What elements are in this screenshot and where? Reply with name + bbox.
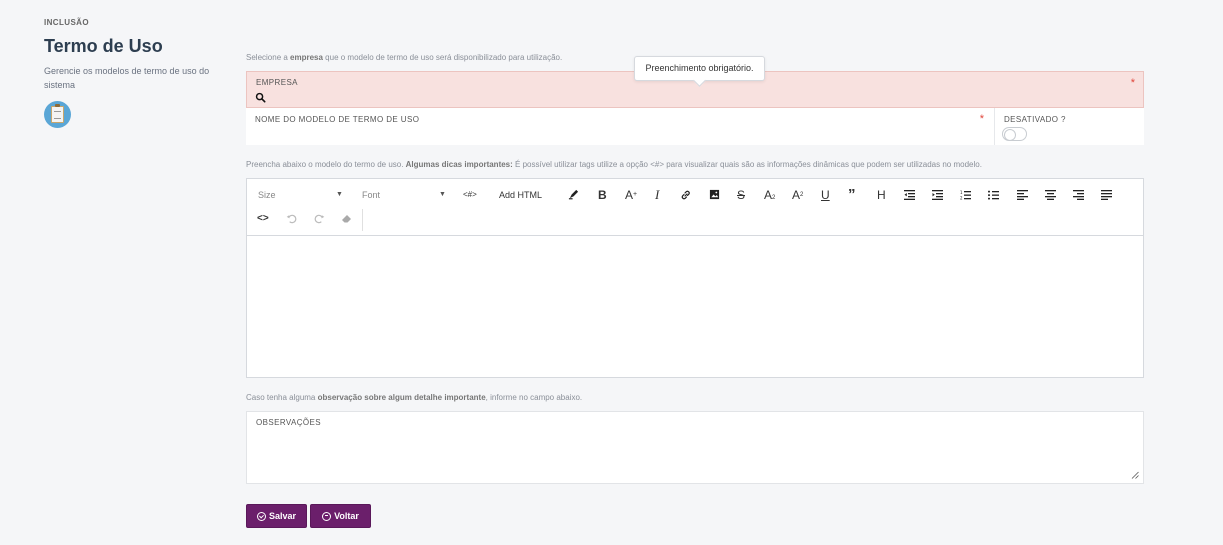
add-html-button[interactable]: Add HTML [499,188,542,202]
eraser-icon[interactable] [341,213,353,224]
observacoes-textarea[interactable] [247,430,1143,483]
required-tooltip: Preenchimento obrigatório. [634,56,765,81]
observacoes-field: OBSERVAÇÕES [246,411,1144,484]
desativado-label: DESATIVADO ? [1004,115,1066,124]
page-kicker: INCLUSÃO [44,18,89,27]
editor-toolbar: Size ▼ Font ▼ <#> Add HTML B A+ I S A2 A… [247,179,1143,236]
page-title: Termo de Uso [44,36,163,56]
back-circle-icon [322,511,332,521]
tags-button[interactable]: <#> [463,188,477,202]
quote-button[interactable]: ” [848,187,856,202]
editor-hint: Preencha abaixo o modelo do termo de uso… [246,160,982,169]
align-right-icon[interactable] [1073,190,1084,200]
observacoes-label: OBSERVAÇÕES [256,418,322,427]
back-button[interactable]: Voltar [310,504,371,528]
code-view-button[interactable]: <> [257,212,269,226]
font-select[interactable]: Font [362,188,380,202]
undo-icon[interactable] [286,213,297,224]
image-icon[interactable] [709,189,720,200]
indent-icon[interactable] [932,190,943,200]
sidebar-panel: INCLUSÃO Termo de Uso Gerencie os modelo… [44,18,219,128]
search-icon[interactable] [255,92,266,103]
required-mark: * [1130,77,1135,89]
superscript-button[interactable]: A2 [792,188,803,202]
toolbar-divider [362,209,363,231]
nome-field[interactable]: NOME DO MODELO DE TERMO DE USO * [246,108,995,145]
heading-button[interactable]: H [877,188,886,202]
unordered-list-icon[interactable] [988,190,999,200]
link-icon[interactable] [680,189,692,201]
desativado-toggle[interactable] [1002,127,1027,141]
chevron-down-icon: ▼ [439,191,446,198]
required-mark: * [979,113,984,125]
empresa-label: EMPRESA [256,78,298,87]
size-select[interactable]: Size [258,188,276,202]
outdent-icon[interactable] [904,190,915,200]
font-color-button[interactable]: A+ [625,188,637,202]
align-justify-icon[interactable] [1101,190,1112,200]
strike-button[interactable]: S [737,188,745,202]
rich-text-editor: Size ▼ Font ▼ <#> Add HTML B A+ I S A2 A… [246,178,1144,378]
empresa-hint: Selecione a empresa que o modelo de term… [246,53,563,62]
obs-hint: Caso tenha alguma observação sobre algum… [246,393,583,402]
align-center-icon[interactable] [1045,190,1056,200]
nome-row: NOME DO MODELO DE TERMO DE USO * DESATIV… [246,108,1144,145]
highlighter-icon[interactable] [568,189,579,200]
redo-icon[interactable] [314,213,325,224]
bold-button[interactable]: B [598,188,607,202]
resize-handle-icon[interactable] [1131,471,1139,479]
nome-label: NOME DO MODELO DE TERMO DE USO [255,115,420,124]
clipboard-icon [44,101,71,128]
ordered-list-icon[interactable]: 12 [960,190,971,200]
editor-content-area[interactable] [247,236,1143,377]
svg-text:1: 1 [960,190,963,195]
check-circle-icon [256,511,266,521]
page-description: Gerencie os modelos de termo de uso do s… [44,66,210,90]
chevron-down-icon: ▼ [336,191,343,198]
save-button[interactable]: Salvar [246,504,307,528]
italic-button[interactable]: I [655,188,659,202]
underline-button[interactable]: U [821,188,830,202]
svg-text:2: 2 [960,196,963,201]
align-left-icon[interactable] [1017,190,1028,200]
subscript-button[interactable]: A2 [764,188,775,205]
